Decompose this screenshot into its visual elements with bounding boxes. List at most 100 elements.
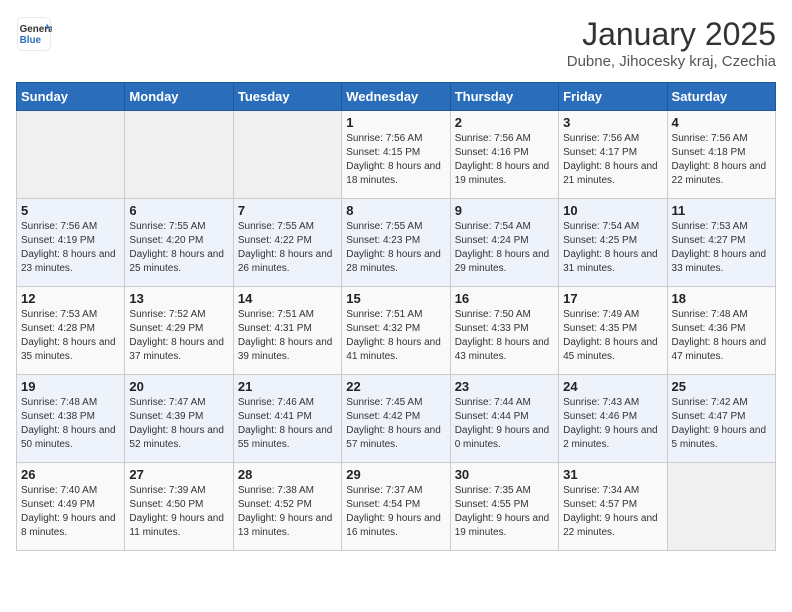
day-number: 4 bbox=[672, 115, 771, 130]
calendar-cell: 9 Sunrise: 7:54 AM Sunset: 4:24 PM Daylig… bbox=[450, 199, 558, 287]
day-number: 18 bbox=[672, 291, 771, 306]
calendar-week-3: 12 Sunrise: 7:53 AM Sunset: 4:28 PM Dayli… bbox=[17, 287, 776, 375]
day-info: Sunrise: 7:53 AM Sunset: 4:27 PM Dayligh… bbox=[672, 220, 771, 276]
logo: General Blue bbox=[16, 16, 52, 52]
day-info: Sunrise: 7:53 AM Sunset: 4:28 PM Dayligh… bbox=[21, 308, 120, 364]
calendar-subtitle: Dubne, Jihocesky kraj, Czechia bbox=[567, 53, 776, 70]
calendar-cell: 19Sunrise: 7:48 AM Sunset: 4:38 PM Dayli… bbox=[17, 375, 125, 463]
day-info: Sunrise: 7:48 AM Sunset: 4:36 PM Dayligh… bbox=[672, 308, 771, 364]
page-header: General Blue January 2025 Dubne, Jihoces… bbox=[16, 16, 776, 70]
day-info: Sunrise: 7:50 AM Sunset: 4:33 PM Dayligh… bbox=[455, 308, 554, 364]
weekday-header-sunday: Sunday bbox=[17, 83, 125, 111]
day-info: Sunrise: 7:38 AM Sunset: 4:52 PM Dayligh… bbox=[238, 484, 337, 540]
weekday-header-wednesday: Wednesday bbox=[342, 83, 450, 111]
day-number: 12 bbox=[21, 291, 120, 306]
calendar-cell: 24 Sunrise: 7:43 AM Sunset: 4:46 PM Dayli… bbox=[559, 375, 667, 463]
calendar-cell: 11 Sunrise: 7:53 AM Sunset: 4:27 PM Dayli… bbox=[667, 199, 775, 287]
calendar-cell: 20Sunrise: 7:47 AM Sunset: 4:39 PM Dayli… bbox=[125, 375, 233, 463]
calendar-cell: 25 Sunrise: 7:42 AM Sunset: 4:47 PM Dayli… bbox=[667, 375, 775, 463]
calendar-title: January 2025 bbox=[567, 16, 776, 53]
calendar-cell: 3Sunrise: 7:56 AM Sunset: 4:17 PM Daylig… bbox=[559, 111, 667, 199]
day-number: 22 bbox=[346, 379, 445, 394]
day-number: 9 bbox=[455, 203, 554, 218]
day-info: Sunrise: 7:55 AM Sunset: 4:22 PM Dayligh… bbox=[238, 220, 337, 276]
day-number: 10 bbox=[563, 203, 662, 218]
calendar-cell: 7Sunrise: 7:55 AM Sunset: 4:22 PM Daylig… bbox=[233, 199, 341, 287]
calendar-cell: 10 Sunrise: 7:54 AM Sunset: 4:25 PM Dayli… bbox=[559, 199, 667, 287]
day-info: Sunrise: 7:42 AM Sunset: 4:47 PM Dayligh… bbox=[672, 396, 771, 452]
calendar-cell: 18 Sunrise: 7:48 AM Sunset: 4:36 PM Dayli… bbox=[667, 287, 775, 375]
calendar-cell bbox=[125, 111, 233, 199]
day-info: Sunrise: 7:54 AM Sunset: 4:24 PM Dayligh… bbox=[455, 220, 554, 276]
day-number: 29 bbox=[346, 467, 445, 482]
day-number: 21 bbox=[238, 379, 337, 394]
day-number: 15 bbox=[346, 291, 445, 306]
svg-text:Blue: Blue bbox=[20, 35, 42, 46]
calendar-week-4: 19Sunrise: 7:48 AM Sunset: 4:38 PM Dayli… bbox=[17, 375, 776, 463]
calendar-cell: 5 Sunrise: 7:56 AM Sunset: 4:19 PM Daylig… bbox=[17, 199, 125, 287]
calendar-cell: 8 Sunrise: 7:55 AM Sunset: 4:23 PM Daylig… bbox=[342, 199, 450, 287]
calendar-cell: 21Sunrise: 7:46 AM Sunset: 4:41 PM Dayli… bbox=[233, 375, 341, 463]
day-number: 19 bbox=[21, 379, 120, 394]
calendar-cell: 1 Sunrise: 7:56 AM Sunset: 4:15 PM Daylig… bbox=[342, 111, 450, 199]
weekday-header-monday: Monday bbox=[125, 83, 233, 111]
day-number: 28 bbox=[238, 467, 337, 482]
calendar-cell: 30 Sunrise: 7:35 AM Sunset: 4:55 PM Dayli… bbox=[450, 463, 558, 551]
calendar-cell: 17Sunrise: 7:49 AM Sunset: 4:35 PM Dayli… bbox=[559, 287, 667, 375]
calendar-cell bbox=[667, 463, 775, 551]
calendar-table: SundayMondayTuesdayWednesdayThursdayFrid… bbox=[16, 82, 776, 551]
day-info: Sunrise: 7:56 AM Sunset: 4:19 PM Dayligh… bbox=[21, 220, 120, 276]
weekday-header-thursday: Thursday bbox=[450, 83, 558, 111]
day-number: 6 bbox=[129, 203, 228, 218]
day-info: Sunrise: 7:52 AM Sunset: 4:29 PM Dayligh… bbox=[129, 308, 228, 364]
day-info: Sunrise: 7:56 AM Sunset: 4:16 PM Dayligh… bbox=[455, 132, 554, 188]
calendar-body: 1 Sunrise: 7:56 AM Sunset: 4:15 PM Daylig… bbox=[17, 111, 776, 551]
day-info: Sunrise: 7:54 AM Sunset: 4:25 PM Dayligh… bbox=[563, 220, 662, 276]
calendar-cell: 23 Sunrise: 7:44 AM Sunset: 4:44 PM Dayli… bbox=[450, 375, 558, 463]
calendar-cell: 16 Sunrise: 7:50 AM Sunset: 4:33 PM Dayli… bbox=[450, 287, 558, 375]
day-number: 20 bbox=[129, 379, 228, 394]
day-number: 1 bbox=[346, 115, 445, 130]
weekday-header-saturday: Saturday bbox=[667, 83, 775, 111]
day-info: Sunrise: 7:49 AM Sunset: 4:35 PM Dayligh… bbox=[563, 308, 662, 364]
day-number: 23 bbox=[455, 379, 554, 394]
day-number: 5 bbox=[21, 203, 120, 218]
title-block: January 2025 Dubne, Jihocesky kraj, Czec… bbox=[567, 16, 776, 70]
day-info: Sunrise: 7:34 AM Sunset: 4:57 PM Dayligh… bbox=[563, 484, 662, 540]
day-number: 13 bbox=[129, 291, 228, 306]
calendar-cell: 29Sunrise: 7:37 AM Sunset: 4:54 PM Dayli… bbox=[342, 463, 450, 551]
calendar-cell: 4 Sunrise: 7:56 AM Sunset: 4:18 PM Daylig… bbox=[667, 111, 775, 199]
day-number: 26 bbox=[21, 467, 120, 482]
calendar-week-1: 1 Sunrise: 7:56 AM Sunset: 4:15 PM Daylig… bbox=[17, 111, 776, 199]
calendar-cell: 27 Sunrise: 7:39 AM Sunset: 4:50 PM Dayli… bbox=[125, 463, 233, 551]
day-info: Sunrise: 7:39 AM Sunset: 4:50 PM Dayligh… bbox=[129, 484, 228, 540]
day-number: 11 bbox=[672, 203, 771, 218]
day-info: Sunrise: 7:43 AM Sunset: 4:46 PM Dayligh… bbox=[563, 396, 662, 452]
calendar-cell: 31 Sunrise: 7:34 AM Sunset: 4:57 PM Dayli… bbox=[559, 463, 667, 551]
day-info: Sunrise: 7:55 AM Sunset: 4:23 PM Dayligh… bbox=[346, 220, 445, 276]
calendar-week-5: 26Sunrise: 7:40 AM Sunset: 4:49 PM Dayli… bbox=[17, 463, 776, 551]
day-info: Sunrise: 7:35 AM Sunset: 4:55 PM Dayligh… bbox=[455, 484, 554, 540]
calendar-cell: 6 Sunrise: 7:55 AM Sunset: 4:20 PM Daylig… bbox=[125, 199, 233, 287]
day-number: 27 bbox=[129, 467, 228, 482]
day-number: 16 bbox=[455, 291, 554, 306]
day-number: 30 bbox=[455, 467, 554, 482]
calendar-cell: 14Sunrise: 7:51 AM Sunset: 4:31 PM Dayli… bbox=[233, 287, 341, 375]
calendar-cell: 28 Sunrise: 7:38 AM Sunset: 4:52 PM Dayli… bbox=[233, 463, 341, 551]
day-number: 24 bbox=[563, 379, 662, 394]
calendar-cell: 26Sunrise: 7:40 AM Sunset: 4:49 PM Dayli… bbox=[17, 463, 125, 551]
day-info: Sunrise: 7:45 AM Sunset: 4:42 PM Dayligh… bbox=[346, 396, 445, 452]
day-info: Sunrise: 7:56 AM Sunset: 4:15 PM Dayligh… bbox=[346, 132, 445, 188]
day-info: Sunrise: 7:56 AM Sunset: 4:18 PM Dayligh… bbox=[672, 132, 771, 188]
day-number: 25 bbox=[672, 379, 771, 394]
day-info: Sunrise: 7:55 AM Sunset: 4:20 PM Dayligh… bbox=[129, 220, 228, 276]
day-number: 8 bbox=[346, 203, 445, 218]
day-number: 31 bbox=[563, 467, 662, 482]
day-number: 3 bbox=[563, 115, 662, 130]
day-info: Sunrise: 7:44 AM Sunset: 4:44 PM Dayligh… bbox=[455, 396, 554, 452]
calendar-cell bbox=[17, 111, 125, 199]
calendar-cell: 2 Sunrise: 7:56 AM Sunset: 4:16 PM Daylig… bbox=[450, 111, 558, 199]
calendar-cell: 22 Sunrise: 7:45 AM Sunset: 4:42 PM Dayli… bbox=[342, 375, 450, 463]
day-number: 2 bbox=[455, 115, 554, 130]
weekday-header-friday: Friday bbox=[559, 83, 667, 111]
